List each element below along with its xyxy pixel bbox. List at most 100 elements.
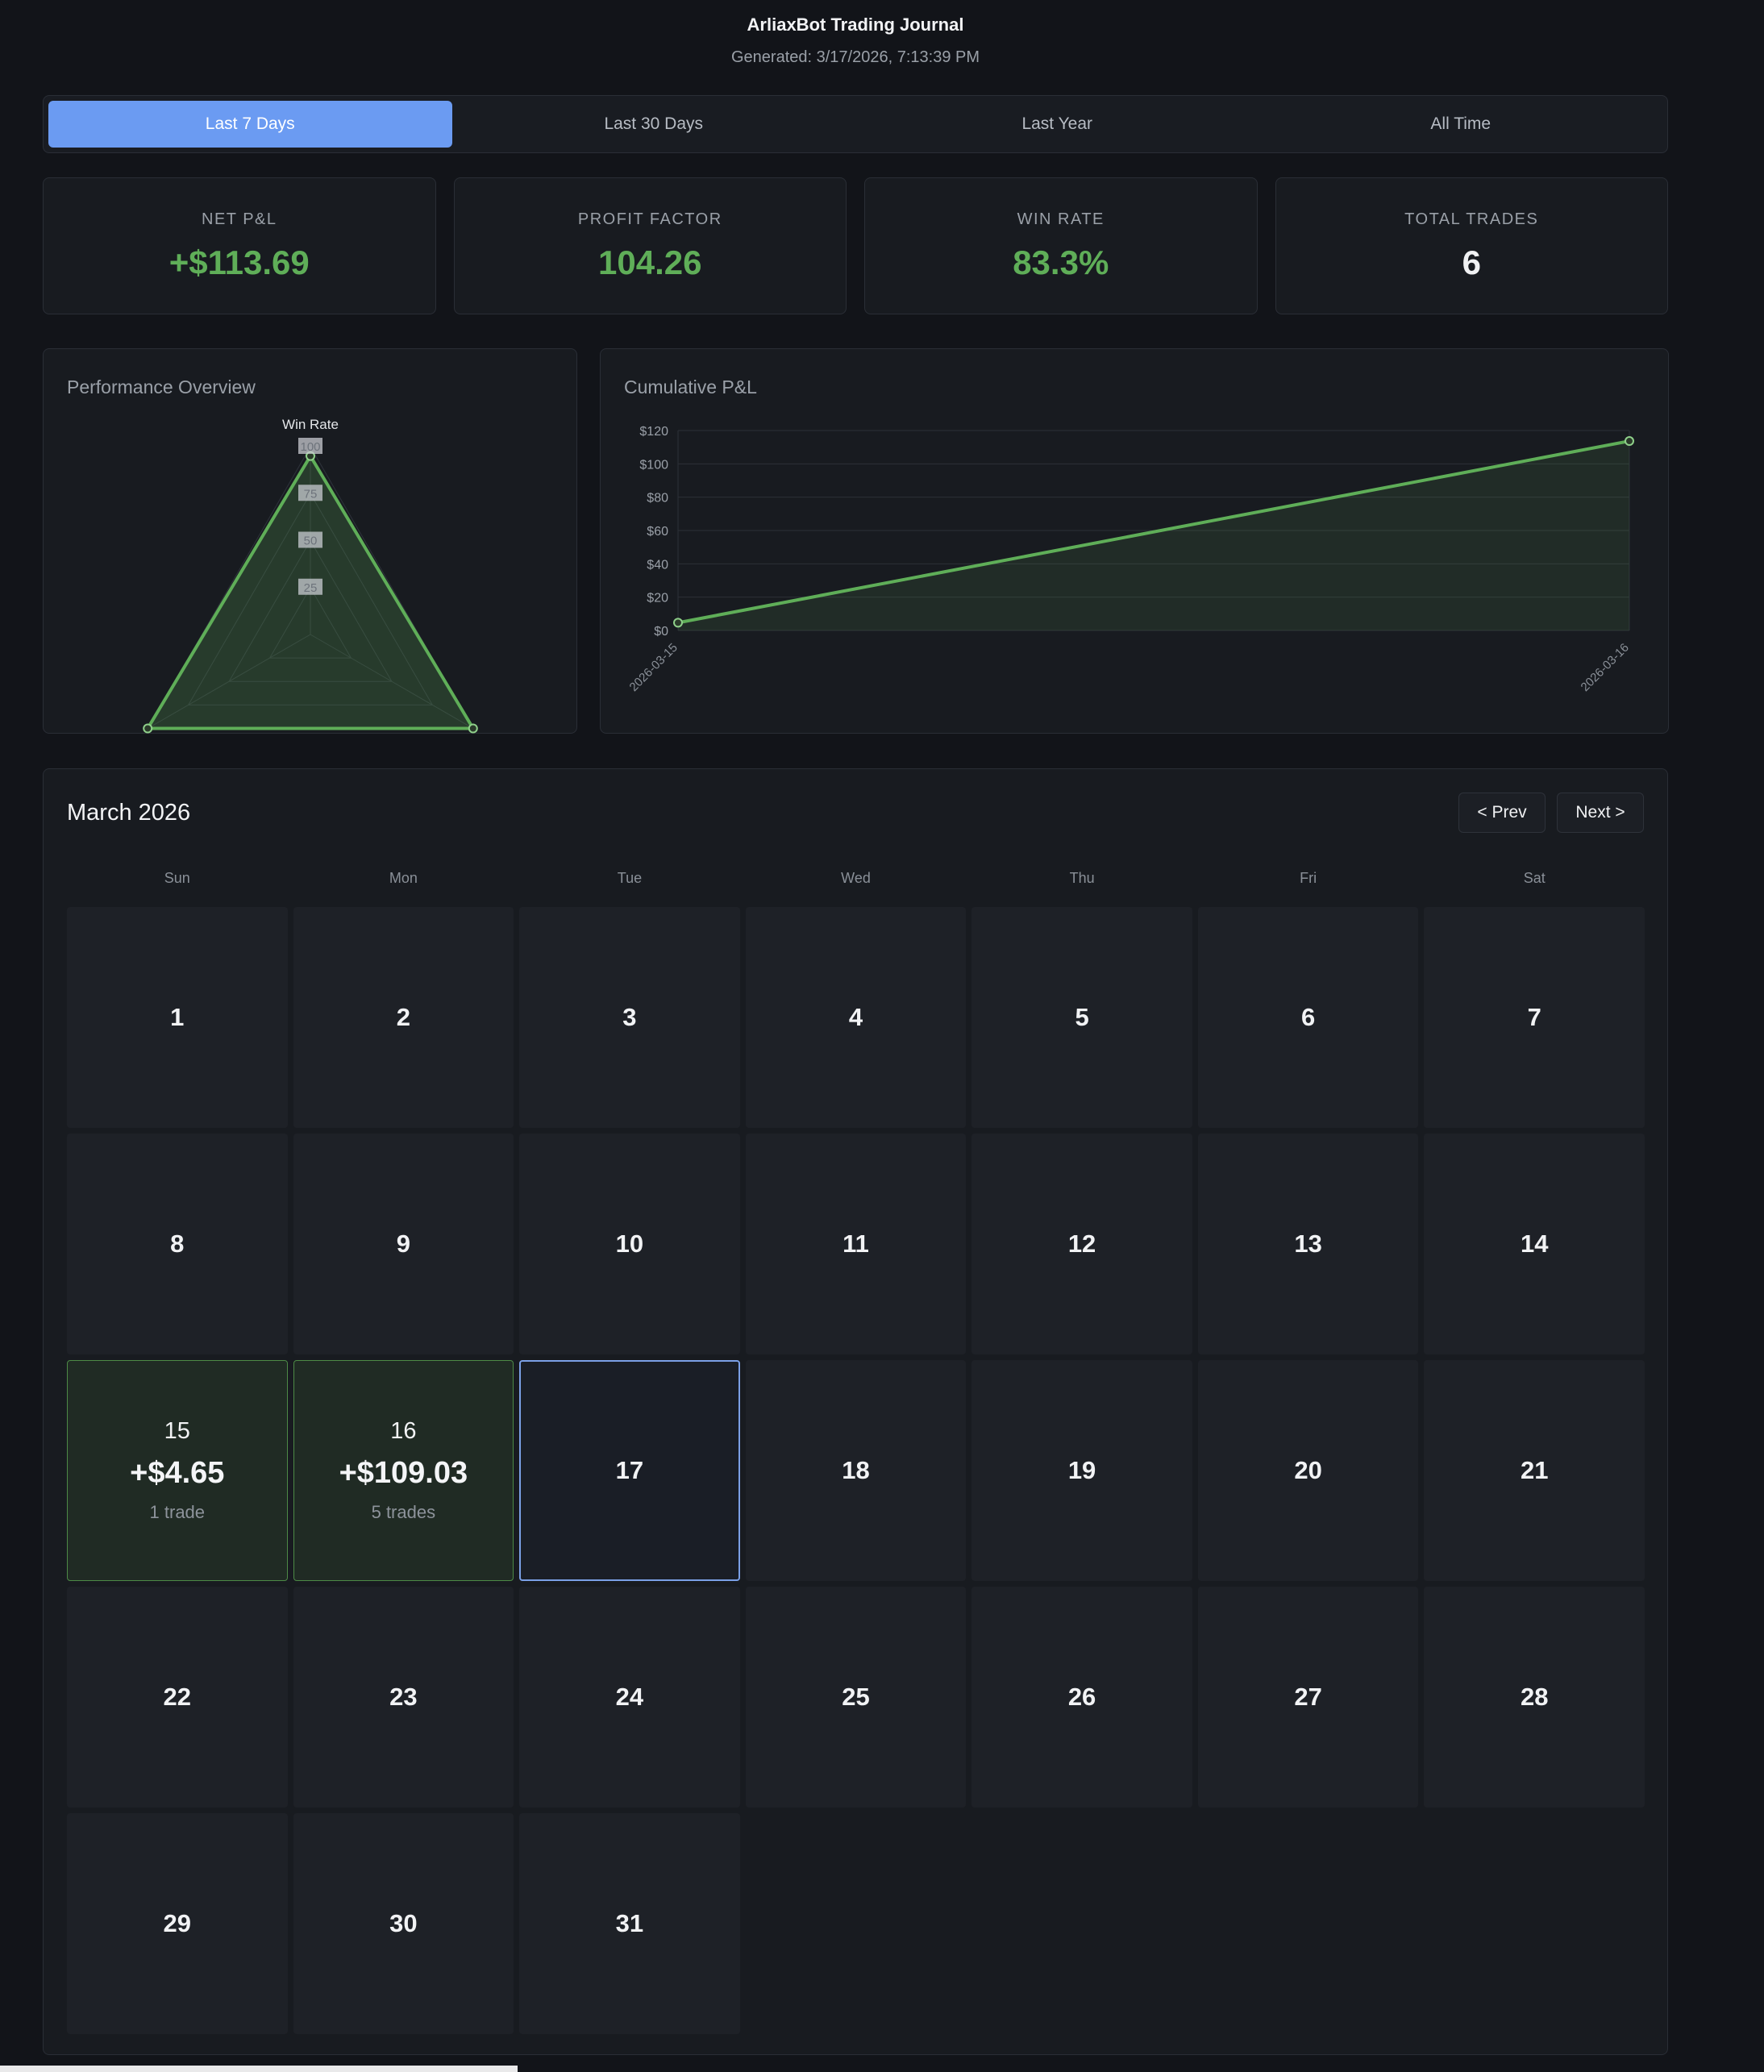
day-number: 18 <box>842 1456 870 1484</box>
day-number: 11 <box>842 1229 869 1258</box>
radar-tick-label: 25 <box>304 581 318 595</box>
day-number: 1 <box>170 1003 185 1031</box>
y-tick-label: $20 <box>647 592 668 605</box>
stat-value: 6 <box>1462 243 1481 281</box>
y-tick-label: $120 <box>639 425 668 439</box>
calendar-day-2[interactable]: 2 <box>293 907 514 1128</box>
day-number: 2 <box>396 1003 410 1031</box>
day-number: 14 <box>1520 1229 1549 1258</box>
y-tick-label: $0 <box>654 625 668 639</box>
panel-title: Performance Overview <box>67 377 256 397</box>
stat-card-total-trades: TOTAL TRADES 6 <box>1275 177 1668 314</box>
calendar-day-27[interactable]: 27 <box>1197 1587 1419 1808</box>
radar-chart: 255075100Win RateAvg W/L RatioProfit Fac… <box>143 417 478 734</box>
day-number: 7 <box>1527 1003 1541 1031</box>
day-number: 23 <box>389 1683 418 1711</box>
radar-tick-label: 75 <box>304 487 318 501</box>
calendar-day-23[interactable]: 23 <box>293 1587 514 1808</box>
calendar-day-11[interactable]: 11 <box>745 1134 967 1354</box>
tab-last-year[interactable]: Last Year <box>855 101 1259 148</box>
day-number: 19 <box>1067 1456 1096 1484</box>
calendar-day-28[interactable]: 28 <box>1424 1587 1645 1808</box>
tab-last-7-days[interactable]: Last 7 Days <box>48 101 452 148</box>
calendar-day-6[interactable]: 6 <box>1197 907 1419 1128</box>
calendar-day-1[interactable]: 1 <box>67 907 288 1128</box>
day-number: 22 <box>163 1683 192 1711</box>
panel-title: Cumulative P&L <box>624 377 757 397</box>
stat-label: WIN RATE <box>1017 210 1105 228</box>
day-number: 20 <box>1294 1456 1322 1484</box>
day-number: 13 <box>1294 1229 1322 1258</box>
day-number: 26 <box>1067 1683 1096 1711</box>
calendar-day-4[interactable]: 4 <box>745 907 967 1128</box>
tab-last-30-days[interactable]: Last 30 Days <box>452 101 856 148</box>
calendar-day-31[interactable]: 31 <box>519 1813 740 2034</box>
generated-timestamp: Generated: 3/17/2026, 7:13:39 PM <box>731 48 980 66</box>
day-trade-count: 1 trade <box>149 1502 206 1522</box>
calendar-month-title: March 2026 <box>67 800 191 826</box>
weekday-label: Wed <box>841 870 871 886</box>
pnl-point <box>1625 436 1634 447</box>
stat-value: 83.3% <box>1013 243 1109 281</box>
weekday-label: Sun <box>164 870 190 886</box>
day-number: 3 <box>622 1003 637 1031</box>
next-month-button[interactable]: Next > <box>1557 793 1644 833</box>
day-number: 10 <box>615 1229 644 1258</box>
calendar-day-25[interactable]: 25 <box>745 1587 967 1808</box>
radar-tick-label: 50 <box>304 535 318 548</box>
day-number: 27 <box>1294 1683 1322 1711</box>
calendar-panel: March 2026 < Prev Next > Sun Mon Tue Wed Thu… <box>43 768 1668 2055</box>
day-number: 29 <box>163 1909 192 1937</box>
day-number: 4 <box>848 1003 863 1031</box>
calendar-day-12[interactable]: 12 <box>971 1134 1192 1354</box>
day-pnl: +$109.03 <box>339 1456 468 1490</box>
weekday-label: Fri <box>1300 870 1317 886</box>
calendar-day-5[interactable]: 5 <box>971 907 1192 1128</box>
day-number: 5 <box>1075 1003 1089 1031</box>
calendar-day-21[interactable]: 21 <box>1424 1360 1645 1581</box>
calendar-day-16[interactable]: 16 +$109.03 5 trades <box>293 1360 514 1581</box>
calendar-day-26[interactable]: 26 <box>971 1587 1192 1808</box>
stat-card-profit-factor: PROFIT FACTOR 104.26 <box>453 177 847 314</box>
calendar-day-29[interactable]: 29 <box>67 1813 288 2034</box>
day-number: 15 <box>164 1418 190 1444</box>
calendar-day-19[interactable]: 19 <box>971 1360 1192 1581</box>
radar-tick-label: 100 <box>300 440 320 454</box>
weekday-label: Thu <box>1069 870 1095 886</box>
calendar-day-7[interactable]: 7 <box>1424 907 1645 1128</box>
calendar-grid: 1 2 3 4 5 6 7 8 9 10 11 12 13 14 15 +$4.65 1 trade 16 +$10… <box>67 907 1645 2034</box>
weekday-label: Sat <box>1523 870 1546 886</box>
calendar-day-18[interactable]: 18 <box>745 1360 967 1581</box>
calendar-day-13[interactable]: 13 <box>1197 1134 1419 1354</box>
calendar-day-22[interactable]: 22 <box>67 1587 288 1808</box>
stat-card-net-pnl: NET P&L +$113.69 <box>43 177 436 314</box>
calendar-day-20[interactable]: 20 <box>1197 1360 1419 1581</box>
day-number: 24 <box>615 1683 644 1711</box>
day-number: 28 <box>1520 1683 1549 1711</box>
calendar-day-14[interactable]: 14 <box>1424 1134 1645 1354</box>
tab-all-time[interactable]: All Time <box>1259 101 1663 148</box>
y-tick-label: $40 <box>647 558 668 572</box>
pnl-point <box>673 618 683 628</box>
calendar-day-9[interactable]: 9 <box>293 1134 514 1354</box>
cumulative-pnl-chart: $0 $20 $40 $60 $80 $100 $120 2026-03-15 2026-03-… <box>627 425 1634 694</box>
calendar-day-3[interactable]: 3 <box>519 907 740 1128</box>
bottom-scroll-strip <box>0 2066 518 2072</box>
calendar-day-17[interactable]: 17 <box>519 1360 740 1581</box>
day-number: 9 <box>396 1229 410 1258</box>
calendar-day-15[interactable]: 15 +$4.65 1 trade <box>67 1360 288 1581</box>
stat-label: TOTAL TRADES <box>1404 210 1539 228</box>
page-title: ArliaxBot Trading Journal <box>747 15 964 35</box>
calendar-day-8[interactable]: 8 <box>67 1134 288 1354</box>
stats-row: NET P&L +$113.69 PROFIT FACTOR 104.26 WI… <box>43 177 1668 314</box>
calendar-day-30[interactable]: 30 <box>293 1813 514 2034</box>
radar-point <box>143 723 153 734</box>
day-number: 30 <box>389 1909 418 1937</box>
day-number: 17 <box>615 1456 644 1484</box>
prev-month-button[interactable]: < Prev <box>1458 793 1546 833</box>
day-number: 6 <box>1301 1003 1316 1031</box>
day-number: 16 <box>390 1418 417 1444</box>
calendar-day-10[interactable]: 10 <box>519 1134 740 1354</box>
calendar-day-24[interactable]: 24 <box>519 1587 740 1808</box>
day-trade-count: 5 trades <box>371 1502 436 1522</box>
